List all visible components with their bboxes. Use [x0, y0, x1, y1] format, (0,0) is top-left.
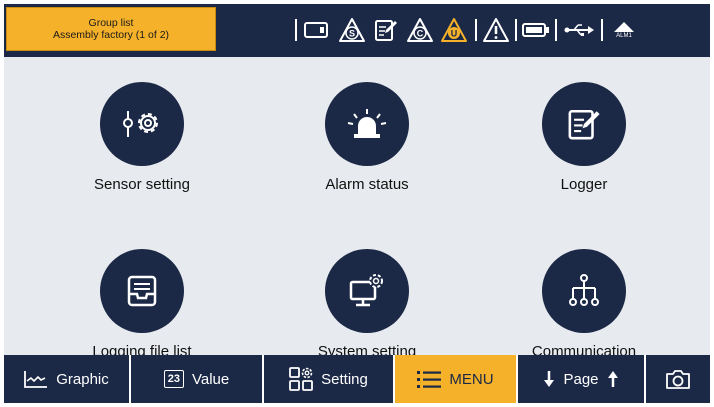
tab-setting[interactable]: Setting [264, 355, 395, 403]
arrow-down-icon [543, 370, 555, 388]
tab-label: Graphic [56, 370, 109, 388]
menu-item-sensor-setting[interactable]: Sensor setting [52, 82, 232, 202]
tab-label: Value [191, 370, 230, 388]
graph-line-icon [24, 369, 48, 389]
value-23-icon: 23 [163, 370, 184, 388]
group-list-title: Group list [88, 17, 134, 29]
tab-screenshot[interactable] [646, 355, 710, 403]
bottom-nav-bar: Graphic 23 Value Setting MENU Page [4, 355, 710, 403]
file-tray-icon [100, 249, 184, 333]
menu-item-system-setting[interactable]: System setting [277, 249, 457, 369]
sd-card-icon [301, 16, 335, 44]
menu-label: Alarm status [325, 176, 409, 193]
menu-label: Logger [560, 176, 608, 193]
menu-list-icon [417, 369, 442, 389]
svg-text:S: S [349, 29, 355, 39]
network-tree-icon [542, 249, 626, 333]
tab-label: MENU [449, 370, 494, 388]
menu-item-logging-file-list[interactable]: Logging file list [52, 249, 232, 369]
menu-label: Sensor setting [94, 176, 190, 193]
value-icon-text: 23 [167, 373, 180, 385]
c-alarm-warning-icon: C [403, 16, 437, 44]
divider [475, 19, 477, 41]
tab-page[interactable]: Page [518, 355, 646, 403]
alarm-output-icon: ALM1 [607, 16, 641, 44]
alarm-beacon-icon [325, 82, 409, 166]
logger-edit-icon [369, 16, 403, 44]
status-icon-row: S C U ALM1 [291, 16, 641, 44]
monitor-gear-icon [325, 249, 409, 333]
general-warning-icon [481, 16, 511, 44]
header-bar: Group list Assembly factory (1 of 2) S C… [4, 4, 710, 57]
group-list-button[interactable]: Group list Assembly factory (1 of 2) [6, 7, 216, 51]
camera-icon [665, 368, 691, 390]
tab-value[interactable]: 23 Value [131, 355, 264, 403]
divider [601, 19, 603, 41]
divider [295, 19, 297, 41]
settings-grid-icon [289, 367, 314, 391]
tab-menu[interactable]: MENU [395, 355, 518, 403]
usb-icon [561, 16, 597, 44]
tab-label: Page [563, 370, 599, 388]
u-alarm-warning-icon: U [437, 16, 471, 44]
s-alarm-warning-icon: S [335, 16, 369, 44]
svg-text:C: C [417, 29, 424, 39]
menu-item-logger[interactable]: Logger [494, 82, 674, 202]
battery-icon [521, 16, 551, 44]
arrow-up-icon [607, 370, 619, 388]
device-screen: Group list Assembly factory (1 of 2) S C… [4, 4, 710, 403]
logger-edit-icon [542, 82, 626, 166]
sensor-settings-icon [100, 82, 184, 166]
menu-item-communication[interactable]: Communication [494, 249, 674, 369]
svg-text:U: U [451, 29, 458, 39]
tab-graphic[interactable]: Graphic [4, 355, 131, 403]
divider [555, 19, 557, 41]
alm-label: ALM1 [616, 32, 632, 39]
menu-item-alarm-status[interactable]: Alarm status [277, 82, 457, 202]
divider [515, 19, 517, 41]
tab-label: Setting [321, 370, 368, 388]
group-list-subtitle: Assembly factory (1 of 2) [52, 29, 170, 41]
